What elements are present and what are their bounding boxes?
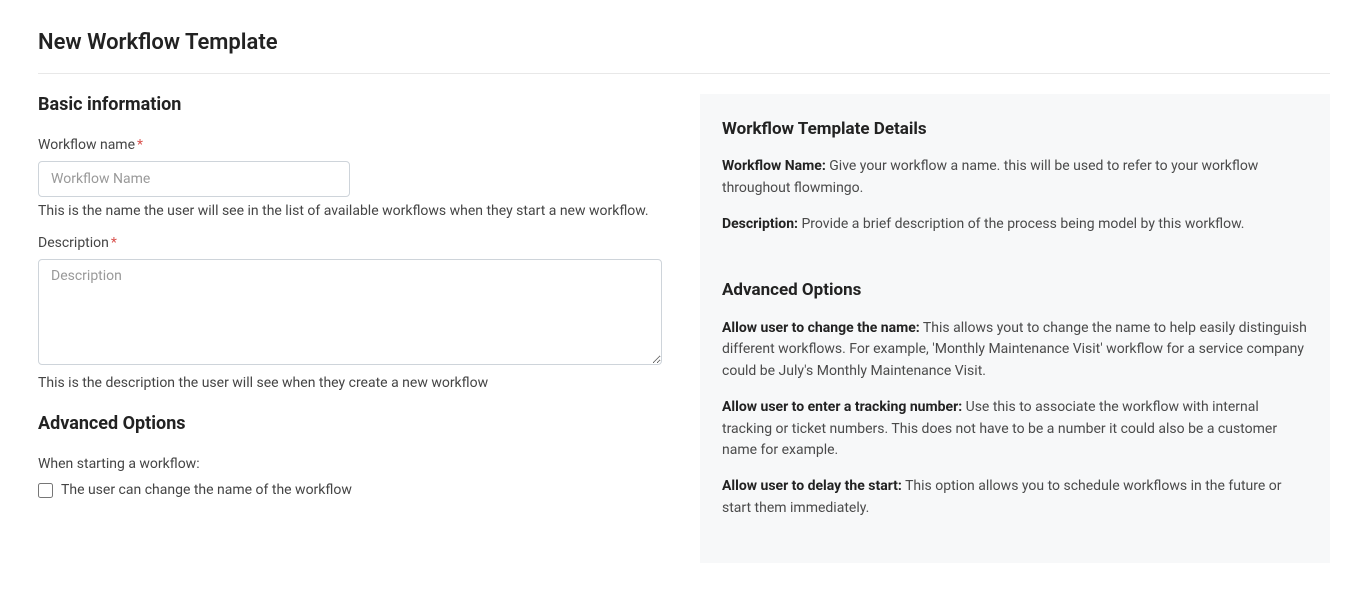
details-description-text: Provide a brief description of the proce… [798, 216, 1244, 232]
workflow-name-help: This is the name the user will see in th… [38, 203, 662, 219]
details-heading-advanced: Advanced Options [722, 277, 1308, 303]
advanced-options-heading: Advanced Options [38, 413, 662, 434]
advanced-options-subheading: When starting a workflow: [38, 456, 662, 472]
details-opt-change-name: Allow user to change the name: This allo… [722, 318, 1308, 383]
basic-info-heading: Basic information [38, 94, 662, 115]
workflow-name-label-text: Workflow name [38, 137, 135, 153]
description-help: This is the description the user will se… [38, 375, 662, 391]
page-title: New Workflow Template [38, 30, 1330, 55]
details-description-bold: Description: [722, 216, 798, 232]
change-name-checkbox-label[interactable]: The user can change the name of the work… [61, 482, 352, 498]
details-opt-delay-bold: Allow user to delay the start: [722, 478, 902, 494]
details-opt-change-name-bold: Allow user to change the name: [722, 320, 920, 336]
divider [38, 73, 1330, 74]
description-label-text: Description [38, 235, 109, 251]
required-star: * [111, 235, 117, 251]
form-column: Basic information Workflow name* This is… [38, 94, 662, 508]
description-label: Description* [38, 235, 662, 251]
workflow-name-input[interactable] [38, 161, 350, 197]
description-textarea[interactable] [38, 259, 662, 365]
details-heading-template: Workflow Template Details [722, 116, 1308, 142]
required-star: * [137, 137, 143, 153]
details-opt-tracking-bold: Allow user to enter a tracking number: [722, 399, 962, 415]
details-workflow-name-bold: Workflow Name: [722, 158, 826, 174]
details-opt-tracking: Allow user to enter a tracking number: U… [722, 397, 1308, 462]
details-opt-delay: Allow user to delay the start: This opti… [722, 476, 1308, 519]
change-name-checkbox[interactable] [38, 483, 53, 498]
workflow-name-label: Workflow name* [38, 137, 662, 153]
details-workflow-name: Workflow Name: Give your workflow a name… [722, 156, 1308, 199]
details-description: Description: Provide a brief description… [722, 214, 1308, 236]
details-panel: Workflow Template Details Workflow Name:… [700, 94, 1330, 563]
